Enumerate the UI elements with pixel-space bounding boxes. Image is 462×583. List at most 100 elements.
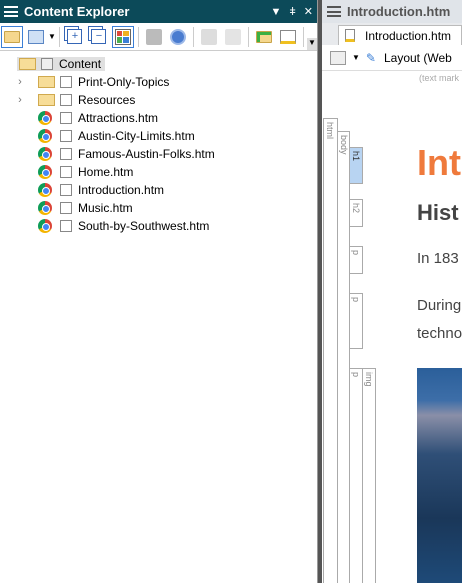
paragraph-line[interactable]: techno	[417, 325, 462, 342]
editor-titlebar: Introduction.htm	[322, 0, 462, 23]
chevron-right-icon[interactable]: ›	[14, 76, 26, 88]
tree-root[interactable]: Content	[0, 55, 317, 73]
layout-dropdown[interactable]: Layout (Web	[384, 51, 452, 65]
tree-item-label: Print-Only-Topics	[78, 75, 170, 89]
structure-bar-h1[interactable]: h1	[349, 147, 363, 184]
menu-icon[interactable]	[327, 6, 341, 17]
structure-bar-p[interactable]: p	[349, 293, 363, 349]
editor-title: Introduction.htm	[347, 4, 451, 19]
chrome-file-icon	[38, 129, 52, 143]
structure-bar-p[interactable]: p	[349, 246, 363, 274]
collapse-all-button[interactable]: −	[88, 26, 110, 48]
paragraph[interactable]: During	[417, 297, 461, 314]
checkbox[interactable]	[60, 130, 72, 142]
structure-bar-html[interactable]: html	[323, 118, 338, 583]
structure-bar-h2[interactable]: h2	[349, 199, 363, 227]
tree-item[interactable]: › Resources	[0, 91, 317, 109]
tree-item-label: Famous-Austin-Folks.htm	[78, 147, 215, 161]
new-topic-button[interactable]	[277, 26, 299, 48]
check-icon	[200, 28, 217, 45]
color-grid-icon	[114, 28, 131, 45]
folder-icon	[38, 94, 55, 106]
tree-item[interactable]: Introduction.htm	[0, 181, 317, 199]
chrome-file-icon	[38, 219, 52, 233]
editor-toolbar: ▼ ✎ Layout (Web	[322, 45, 462, 71]
collapse-icon: −	[91, 29, 107, 44]
menu-icon[interactable]	[4, 6, 18, 17]
checkbox[interactable]	[60, 202, 72, 214]
tree-item[interactable]: Home.htm	[0, 163, 317, 181]
layout-icon: ✎	[365, 50, 376, 65]
tree-item-label: South-by-Southwest.htm	[78, 219, 210, 233]
content-explorer-panel: Content Explorer ▼ ǂ ✕ ▼ + − ▼ Content ›…	[0, 0, 318, 583]
move-icon	[145, 28, 162, 45]
folder-icon	[38, 76, 55, 88]
heading-1[interactable]: Intr	[417, 142, 462, 184]
expand-all-button[interactable]: +	[64, 26, 86, 48]
chrome-file-icon	[38, 111, 52, 125]
tree-item-label: Resources	[78, 93, 136, 107]
tree-item[interactable]: South-by-Southwest.htm	[0, 217, 317, 235]
separator	[302, 26, 304, 47]
tab-introduction[interactable]: Introduction.htm	[338, 25, 462, 45]
checkbox[interactable]	[60, 76, 72, 88]
dropdown-icon[interactable]: ▼	[270, 6, 281, 18]
move-button[interactable]	[143, 26, 165, 48]
view-grid-button[interactable]	[25, 26, 47, 48]
separator	[137, 26, 139, 47]
toolbar-overflow-button[interactable]: ▼	[307, 38, 317, 50]
new-topic-icon	[279, 29, 296, 44]
check-button[interactable]	[198, 26, 220, 48]
tree-item-label: Content	[59, 57, 102, 71]
tree-item-label: Home.htm	[78, 165, 134, 179]
checkbox[interactable]	[60, 148, 72, 160]
editor-tabs: Introduction.htm	[322, 23, 462, 45]
sync-button[interactable]	[167, 26, 189, 48]
tree-item[interactable]: Famous-Austin-Folks.htm	[0, 145, 317, 163]
checkbox[interactable]	[60, 112, 72, 124]
checkbox[interactable]	[60, 220, 72, 232]
text-mark-label: (text mark	[419, 73, 460, 83]
tree-item-label: Music.htm	[78, 201, 133, 215]
open-folder-button[interactable]	[1, 25, 23, 48]
zoom-icon[interactable]	[330, 50, 346, 65]
checkbox[interactable]	[60, 184, 72, 196]
explorer-toolbar: ▼ + − ▼	[0, 23, 317, 51]
heading-2[interactable]: Hist	[417, 200, 459, 226]
new-folder-icon	[255, 30, 272, 43]
color-view-button[interactable]	[111, 25, 134, 48]
chevron-down-icon[interactable]: ▼	[48, 32, 56, 41]
grid-icon	[28, 29, 44, 44]
sync-icon	[169, 28, 186, 45]
editor-panel: Introduction.htm Introduction.htm ▼ ✎ La…	[322, 0, 462, 583]
panel-title: Content Explorer	[24, 4, 130, 19]
chevron-right-icon[interactable]: ›	[14, 94, 26, 106]
pin-icon[interactable]: ǂ	[289, 6, 295, 18]
tree-item-label: Austin-City-Limits.htm	[78, 129, 195, 143]
new-folder-button[interactable]	[253, 26, 275, 48]
tree-item-label: Introduction.htm	[78, 183, 165, 197]
tree-item[interactable]: › Print-Only-Topics	[0, 73, 317, 91]
checkbox[interactable]	[60, 94, 72, 106]
chrome-file-icon	[38, 201, 52, 215]
folder-open-icon	[19, 58, 36, 70]
folder-icon	[4, 30, 20, 43]
tree-item-label: Attractions.htm	[78, 111, 159, 125]
tab-label: Introduction.htm	[365, 28, 452, 43]
tree-item[interactable]: Music.htm	[0, 199, 317, 217]
close-icon[interactable]: ✕	[304, 5, 313, 18]
paragraph[interactable]: In 183	[417, 250, 459, 267]
structure-bar-p[interactable]: p	[349, 368, 363, 583]
document-icon	[345, 29, 355, 42]
tree-item[interactable]: Austin-City-Limits.htm	[0, 127, 317, 145]
chrome-file-icon	[38, 165, 52, 179]
chevron-down-icon[interactable]: ▼	[352, 53, 360, 62]
city-image[interactable]	[417, 368, 462, 583]
tree-item[interactable]: Attractions.htm	[0, 109, 317, 127]
preview-button[interactable]	[222, 26, 244, 48]
expand-icon: +	[67, 29, 83, 44]
checkbox[interactable]	[60, 166, 72, 178]
content-tree: Content › Print-Only-Topics › Resources Attr…	[0, 51, 317, 235]
structure-bar-img[interactable]: img	[362, 368, 376, 583]
checkbox[interactable]	[41, 58, 53, 70]
